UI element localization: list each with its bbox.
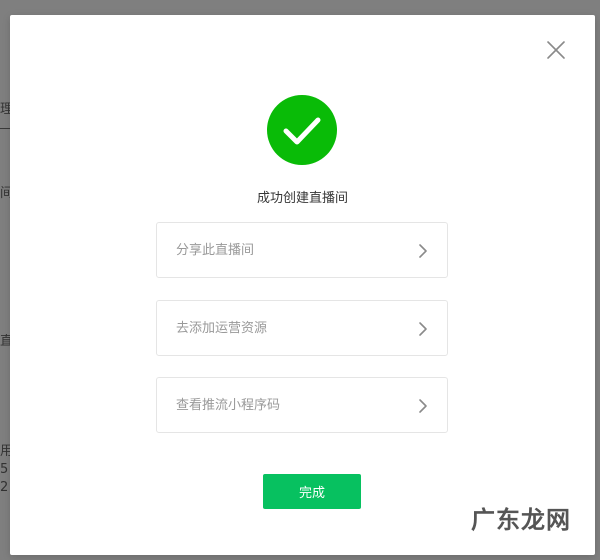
backdrop-text-fragment: 2 — [0, 480, 9, 495]
view-push-miniprogram-code-item[interactable]: 查看推流小程序码 — [156, 377, 448, 433]
backdrop-text-fragment: 用 — [0, 444, 10, 459]
backdrop-text-fragment: 间 — [0, 186, 10, 201]
action-label: 查看推流小程序码 — [176, 398, 281, 413]
watermark-text: 广东龙网 — [471, 506, 571, 534]
backdrop-text-fragment: 理 — [0, 102, 10, 117]
close-button[interactable] — [545, 39, 567, 61]
chevron-right-icon — [419, 322, 427, 336]
close-icon — [547, 41, 565, 59]
chevron-right-icon — [419, 399, 427, 413]
backdrop-tab-underline — [0, 128, 10, 129]
action-label: 分享此直播间 — [176, 243, 255, 258]
backdrop-text-fragment: 直 — [0, 334, 10, 349]
action-label: 去添加运营资源 — [176, 321, 268, 336]
chevron-right-icon — [419, 244, 427, 258]
share-live-room-item[interactable]: 分享此直播间 — [156, 222, 448, 278]
check-circle-icon — [267, 95, 337, 165]
add-operation-resources-item[interactable]: 去添加运营资源 — [156, 300, 448, 356]
dialog-title: 成功创建直播间 — [256, 191, 348, 206]
done-button[interactable]: 完成 — [263, 474, 361, 509]
success-dialog: 成功创建直播间 分享此直播间 去添加运营资源 查看推流小程序码 完成 广东龙网 — [10, 15, 595, 555]
backdrop-text-fragment: 5 — [0, 462, 9, 477]
